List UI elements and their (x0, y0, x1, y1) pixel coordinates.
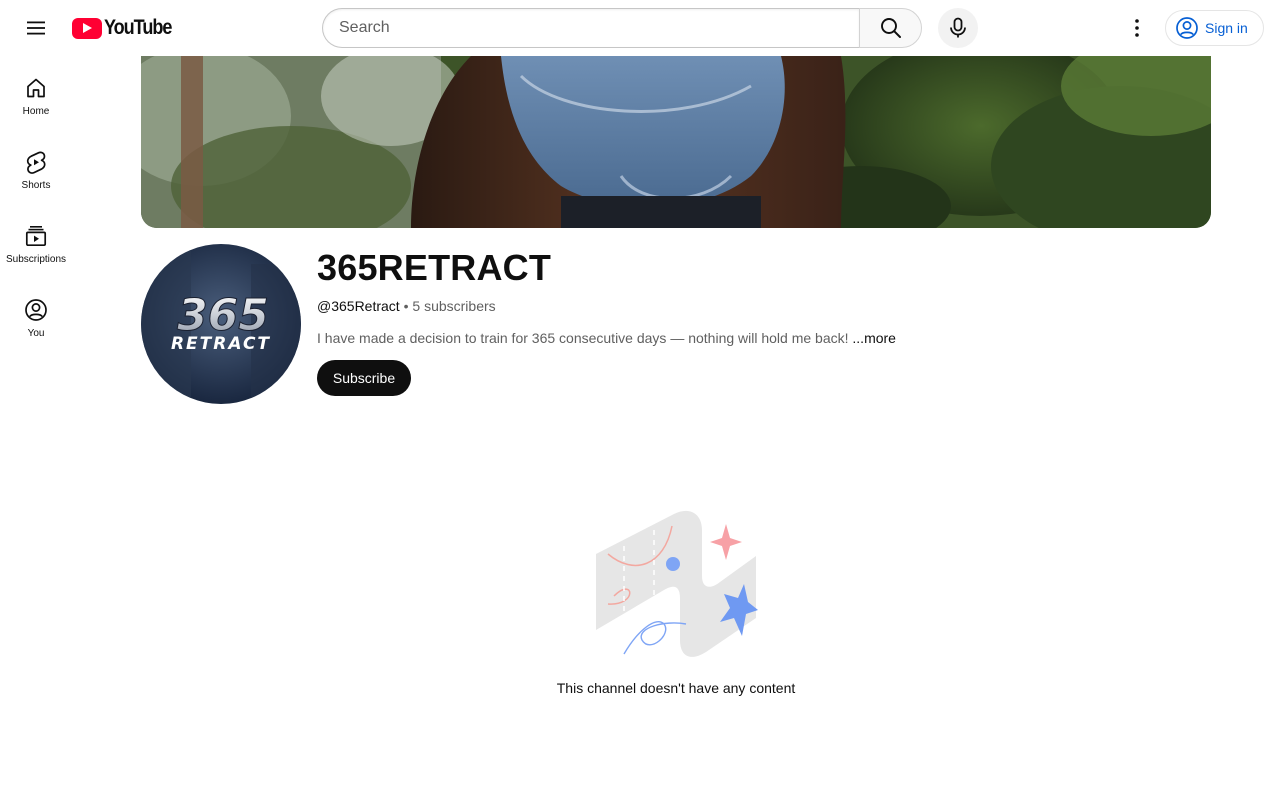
channel-description[interactable]: I have made a decision to train for 365 … (317, 330, 896, 346)
sidebar-item-label: You (27, 328, 45, 339)
empty-state-icon (596, 510, 758, 657)
channel-avatar-image: 365 RETRACT (141, 244, 301, 404)
channel-handle: @365Retract (317, 298, 400, 314)
subscribe-button[interactable]: Subscribe (317, 360, 411, 396)
channel-header-info: 365RETRACT (317, 248, 551, 288)
empty-state-illustration (594, 506, 758, 660)
search-icon (880, 18, 901, 38)
more-vertical-icon (1135, 19, 1139, 37)
metadata-separator: • (399, 298, 413, 314)
channel-description-text: I have made a decision to train for 365 … (317, 330, 853, 346)
channel-banner (141, 56, 1211, 228)
you-icon (25, 299, 47, 321)
account-circle-icon (1176, 17, 1198, 39)
mini-guide: Home Shorts Subscriptions You (4, 56, 68, 352)
sign-in-button[interactable]: Sign in (1165, 10, 1264, 46)
settings-more-button[interactable] (1117, 8, 1157, 48)
avatar-logo-word: RETRACT (171, 334, 271, 354)
sidebar-item-home[interactable]: Home (4, 56, 68, 130)
microphone-icon (950, 17, 966, 38)
subscriber-count: 5 subscribers (412, 298, 496, 314)
voice-search-button[interactable] (938, 8, 978, 48)
description-more-link[interactable]: ...more (852, 330, 896, 346)
search-input[interactable] (322, 8, 859, 48)
empty-state-message: This channel doesn't have any content (556, 680, 796, 696)
masthead: YouTube Sign in (0, 0, 1280, 56)
sidebar-item-label: Home (22, 106, 50, 117)
logo-text: YouTube (104, 16, 172, 39)
sidebar-item-you[interactable]: You (4, 278, 68, 352)
sidebar-item-shorts[interactable]: Shorts (4, 130, 68, 204)
sign-in-label: Sign in (1205, 20, 1248, 36)
channel-avatar[interactable]: 365 RETRACT (141, 244, 301, 404)
channel-banner-image (141, 56, 1211, 228)
youtube-play-icon (72, 17, 102, 39)
channel-metadata: @365Retract • 5 subscribers (317, 298, 496, 314)
subscriptions-icon (25, 225, 47, 247)
channel-title: 365RETRACT (317, 247, 552, 288)
sidebar-item-subscriptions[interactable]: Subscriptions (4, 204, 68, 278)
home-icon (27, 78, 45, 98)
shorts-icon (26, 151, 46, 174)
search-box (322, 8, 922, 48)
menu-icon (27, 21, 45, 35)
youtube-logo[interactable]: YouTube (72, 16, 182, 39)
sidebar-item-label: Shorts (21, 180, 51, 191)
search-button[interactable] (859, 8, 922, 48)
guide-menu-button[interactable] (16, 8, 56, 48)
sidebar-item-label: Subscriptions (5, 254, 67, 265)
